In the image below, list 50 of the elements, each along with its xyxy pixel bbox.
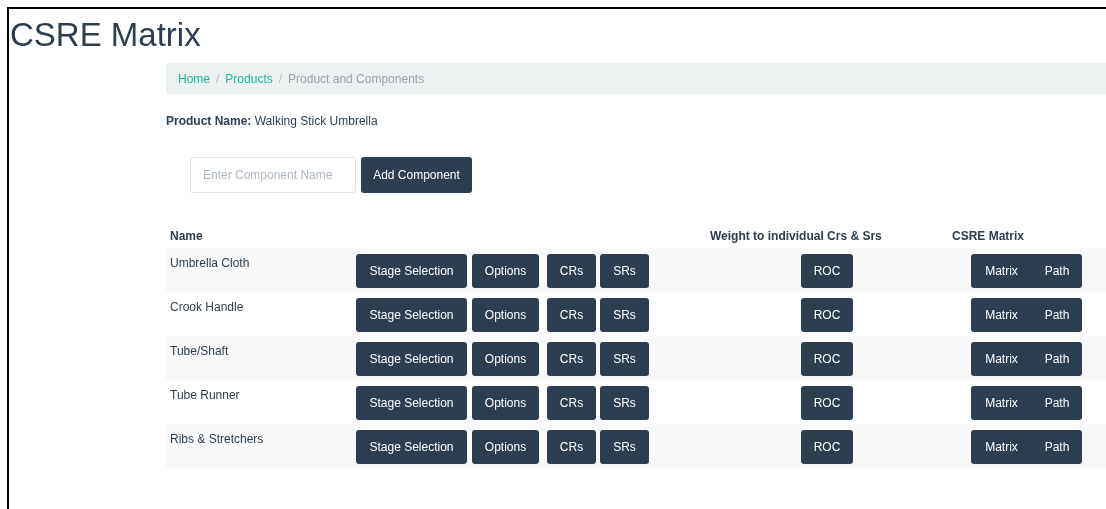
action-button[interactable]: Options — [472, 254, 539, 288]
action-button[interactable]: CRs — [547, 386, 596, 420]
action-button[interactable]: CRs — [547, 430, 596, 464]
column-header: CSRE Matrix — [952, 229, 1025, 245]
matrix-button[interactable]: Path — [1032, 386, 1082, 420]
product-name: Product Name: Walking Stick Umbrella — [166, 114, 379, 128]
component-name: Umbrella Cloth — [169, 256, 251, 270]
action-button[interactable]: CRs — [547, 298, 596, 332]
roc-button[interactable]: ROC — [801, 386, 853, 420]
page-title: CSRE Matrix — [10, 15, 202, 55]
action-button[interactable]: CRs — [547, 254, 596, 288]
action-button[interactable]: SRs — [600, 298, 649, 332]
component-name: Crook Handle — [169, 300, 245, 314]
breadcrumb-separator: / — [216, 71, 220, 86]
action-button[interactable]: Options — [472, 386, 539, 420]
action-button[interactable]: Options — [472, 342, 539, 376]
action-button[interactable]: Stage Selection — [356, 386, 467, 420]
matrix-button[interactable]: Matrix — [971, 254, 1032, 288]
component-name-field[interactable]: Enter Component Name — [190, 157, 356, 193]
action-button[interactable]: SRs — [600, 386, 649, 420]
matrix-button[interactable]: Path — [1032, 298, 1082, 332]
action-button[interactable]: SRs — [600, 430, 649, 464]
column-header: Weight to individual Crs & Srs — [710, 229, 883, 245]
breadcrumb-separator: / — [278, 71, 283, 86]
matrix-button[interactable]: Matrix — [971, 298, 1032, 332]
component-name: Tube Runner — [169, 388, 241, 402]
action-button[interactable]: Stage Selection — [356, 298, 467, 332]
action-button[interactable]: Stage Selection — [356, 342, 467, 376]
action-button[interactable]: Stage Selection — [356, 254, 467, 288]
add-component-button[interactable]: Add Component — [361, 157, 472, 193]
matrix-button[interactable]: Matrix — [971, 386, 1032, 420]
action-button[interactable]: Stage Selection — [356, 430, 467, 464]
column-header: Name — [170, 229, 204, 245]
breadcrumb-current: Product and Components — [288, 71, 425, 86]
action-button[interactable]: Options — [472, 298, 539, 332]
roc-button[interactable]: ROC — [801, 298, 853, 332]
matrix-button[interactable]: Path — [1032, 430, 1082, 464]
roc-button[interactable]: ROC — [801, 342, 853, 376]
roc-button[interactable]: ROC — [801, 430, 853, 464]
matrix-button[interactable]: Path — [1032, 254, 1082, 288]
action-button[interactable]: CRs — [547, 342, 596, 376]
matrix-button[interactable]: Path — [1032, 342, 1082, 376]
component-name: Ribs & Stretchers — [169, 432, 265, 446]
action-button[interactable]: SRs — [600, 254, 649, 288]
matrix-button[interactable]: Matrix — [971, 342, 1032, 376]
matrix-button[interactable]: Matrix — [971, 430, 1032, 464]
roc-button[interactable]: ROC — [801, 254, 853, 288]
component-name: Tube/Shaft — [169, 344, 230, 358]
action-button[interactable]: Options — [472, 430, 539, 464]
action-button[interactable]: SRs — [600, 342, 649, 376]
